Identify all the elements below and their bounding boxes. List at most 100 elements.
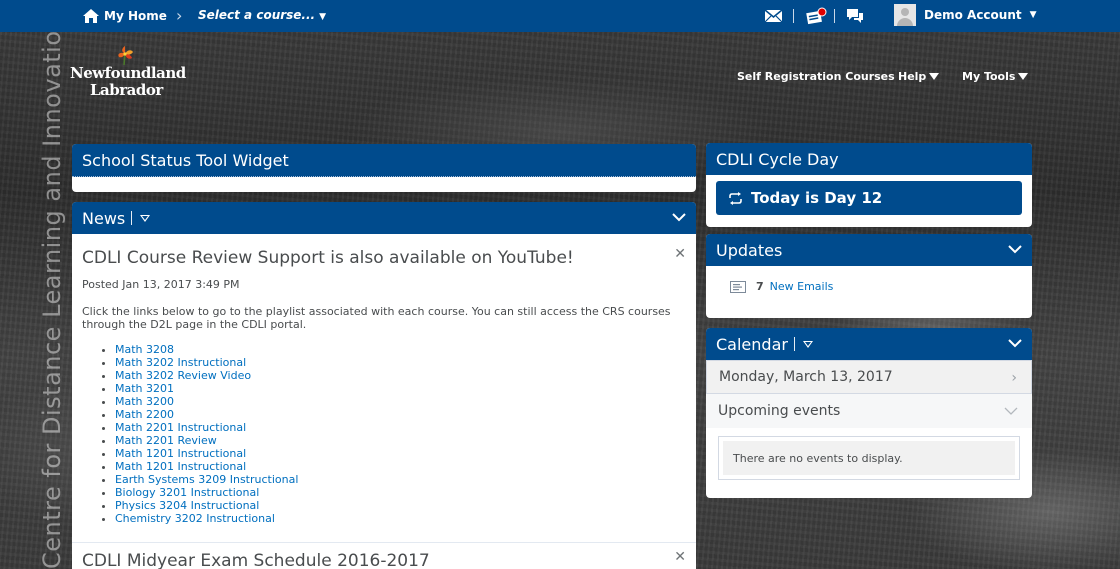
cycle-day-widget-header: CDLI Cycle Day [706,143,1032,175]
header-divider [793,337,795,351]
dismiss-close-icon[interactable]: ✕ [674,246,686,262]
home-link[interactable]: My Home [82,8,167,24]
list-item: Math 2201 Review [115,434,686,447]
collapse-chevron-icon[interactable] [1008,336,1022,350]
list-item: Physics 3204 Instructional [115,499,686,512]
playlist-link[interactable]: Math 3202 Instructional [115,356,246,369]
playlist-link[interactable]: Physics 3204 Instructional [115,499,259,512]
playlist-link[interactable]: Math 1201 Instructional [115,447,246,460]
calendar-widget-header: Calendar [706,328,1032,360]
subscription-alerts-button[interactable] [846,6,864,26]
breadcrumb-chevron-icon: › [176,6,183,25]
playlist-link[interactable]: Math 3208 [115,343,174,356]
account-name: Demo Account [924,8,1022,22]
my-tools-label: My Tools [962,70,1016,83]
list-item: Math 2200 [115,408,686,421]
new-emails-row[interactable]: 7 New Emails [706,266,1032,293]
news-item-title[interactable]: CDLI Midyear Exam Schedule 2016-2017 [82,551,686,569]
playlist-link[interactable]: Math 3201 [115,382,174,395]
nav-divider [793,9,794,23]
list-item: Math 3202 Review Video [115,369,686,382]
list-item: Earth Systems 3209 Instructional [115,473,686,486]
today-day-label: Today is Day 12 [751,189,883,207]
home-label: My Home [104,9,167,23]
widget-menu-caret-icon[interactable] [802,340,813,348]
upcoming-events-toggle[interactable]: Upcoming events [706,394,1032,428]
playlist-link[interactable]: Math 2201 Instructional [115,421,246,434]
widget-menu-caret-icon[interactable] [140,214,151,222]
calendar-date: Monday, March 13, 2017 [719,369,893,385]
no-events-box: There are no events to display. [718,436,1020,480]
news-widget: News CDLI Course Review Support is also … [72,202,696,569]
list-item: Math 3208 [115,343,686,356]
dismiss-close-icon[interactable]: ✕ [674,549,686,565]
nav-divider [834,9,835,23]
playlist-link[interactable]: Math 3202 Review Video [115,369,251,382]
updates-widget: Updates 7 New Emails [706,234,1032,318]
list-item: Biology 3201 Instructional [115,486,686,499]
home-icon [83,9,99,23]
upcoming-events-label: Upcoming events [718,403,841,419]
news-item-title[interactable]: CDLI Course Review Support is also avail… [82,248,686,268]
playlist-link[interactable]: Earth Systems 3209 Instructional [115,473,298,486]
course-selector[interactable]: Select a course... ▼ [198,8,326,22]
calendar-widget: Calendar Monday, March 13, 2017 › Upcomi… [706,328,1032,498]
course-playlist-links: Math 3208 Math 3202 Instructional Math 3… [115,343,686,525]
update-alerts-button[interactable] [805,6,827,26]
logo[interactable]: Newfoundland Labrador [70,44,186,100]
chevron-down-icon [929,73,940,80]
chevron-down-icon: ▼ [1029,10,1037,20]
my-tools-menu[interactable]: My Tools [962,70,1029,83]
news-item-posted-date: Posted Jan 13, 2017 3:49 PM [82,278,240,291]
new-emails-link[interactable]: New Emails [770,280,834,293]
pitcher-plant-logo-icon [118,46,133,66]
list-item: Math 1201 Instructional [115,447,686,460]
refresh-cycle-icon [729,191,742,205]
list-item: Math 1201 Instructional [115,460,686,473]
calendar-widget-title: Calendar [716,334,788,354]
calendar-date-selector[interactable]: Monday, March 13, 2017 › [706,360,1032,394]
chevron-down-icon: ▼ [319,12,327,22]
message-alerts-button[interactable] [764,6,783,26]
news-widget-title: News [82,208,126,228]
chevron-down-icon [1018,73,1029,80]
no-events-message: There are no events to display. [723,441,1015,475]
self-registration-label: Self Registration Courses [737,70,895,83]
new-email-count: 7 [756,280,764,293]
vertical-tagline: Centre for Distance Learning and Innovat… [38,14,66,569]
collapse-chevron-icon[interactable] [672,210,686,224]
updates-notification-icon [806,7,827,25]
playlist-link[interactable]: Math 2201 Review [115,434,217,447]
news-item: CDLI Midyear Exam Schedule 2016-2017 ✕ [82,543,686,569]
top-navbar: My Home › Select a course... ▼ Demo Accou… [0,0,1120,32]
chevron-right-icon: › [1011,370,1017,386]
playlist-link[interactable]: Math 2200 [115,408,174,421]
logo-line-1: Newfoundland [70,64,186,82]
logo-line-2: Labrador [90,81,163,99]
school-status-widget-header: School Status Tool Widget [72,144,696,177]
avatar [894,4,916,26]
envelope-icon [764,9,783,23]
school-status-widget-title: School Status Tool Widget [82,150,289,170]
updates-widget-title: Updates [716,240,783,260]
news-item-description: Click the links below to go to the playl… [82,305,671,331]
news-widget-header: News [72,202,696,234]
playlist-link[interactable]: Biology 3201 Instructional [115,486,259,499]
playlist-link[interactable]: Math 3200 [115,395,174,408]
self-registration-link[interactable]: Self Registration Courses [737,70,895,83]
cycle-day-widget-title: CDLI Cycle Day [716,149,839,169]
account-menu[interactable]: Demo Account ▼ [894,4,1037,26]
list-item: Math 2201 Instructional [115,421,686,434]
list-item: Math 3202 Instructional [115,356,686,369]
list-item: Chemistry 3202 Instructional [115,512,686,525]
collapse-chevron-icon[interactable] [1008,242,1022,256]
help-menu[interactable]: Help [898,70,940,83]
playlist-link[interactable]: Chemistry 3202 Instructional [115,512,275,525]
course-selector-label: Select a course... [198,8,316,22]
chat-bubbles-icon [847,9,863,23]
playlist-link[interactable]: Math 1201 Instructional [115,460,246,473]
news-list: CDLI Course Review Support is also avail… [72,234,696,569]
help-label: Help [898,70,927,83]
today-day-button[interactable]: Today is Day 12 [716,181,1022,215]
list-item: Math 3200 [115,395,686,408]
